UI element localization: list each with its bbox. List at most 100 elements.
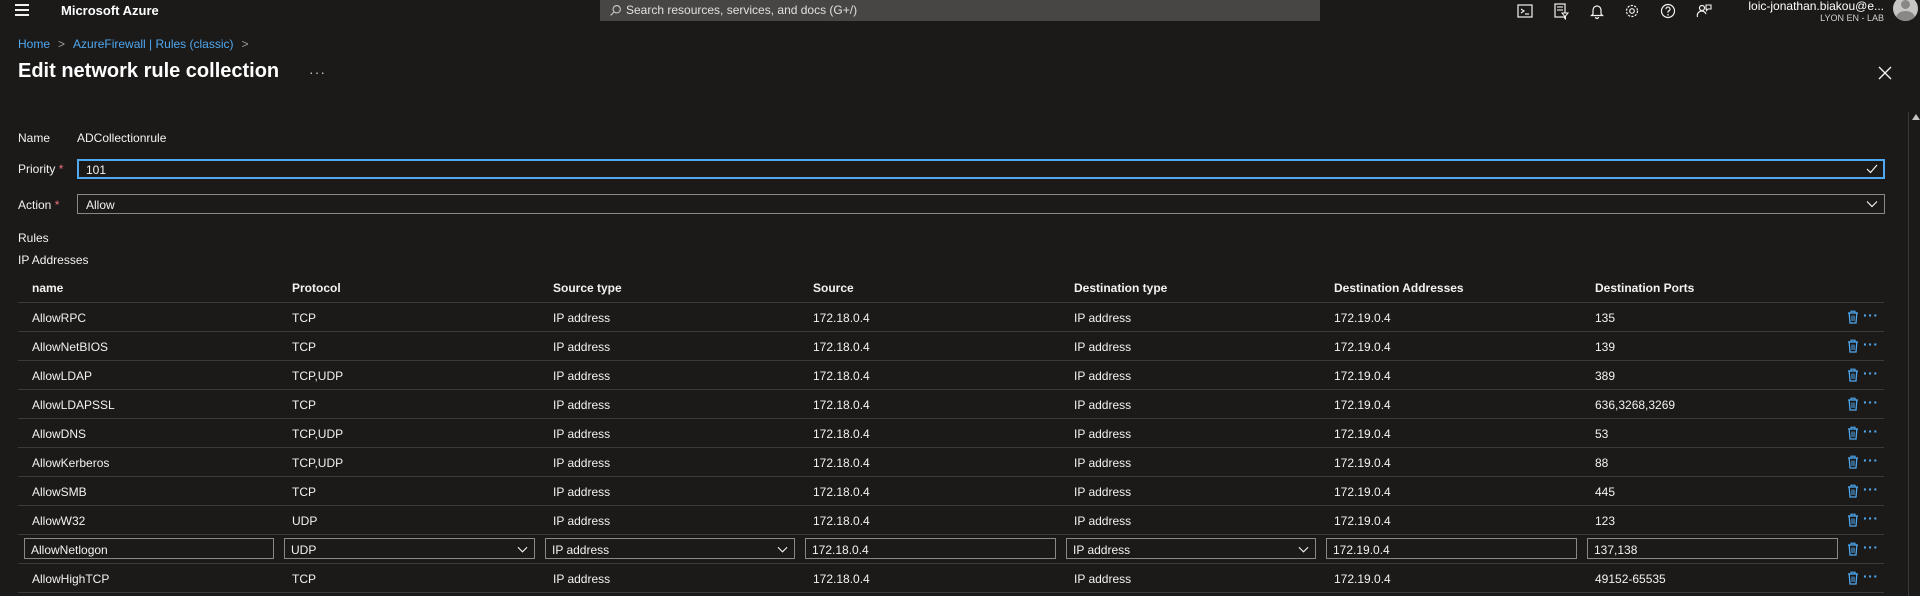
delete-icon[interactable] [1847, 426, 1859, 440]
row-actions: ··· [1847, 423, 1887, 440]
column-header-destination-ports: Destination Ports [1595, 281, 1695, 295]
table-row[interactable]: AllowNetBIOS TCP IP address 172.18.0.4 IP ad… [18, 332, 1884, 361]
row-more-button[interactable]: ··· [1863, 568, 1879, 584]
cell-destination-addresses: 172.19.0.4 [1334, 369, 1391, 383]
table-row[interactable]: AllowSMB TCP IP address 172.18.0.4 IP addres… [18, 477, 1884, 506]
delete-icon[interactable] [1847, 455, 1859, 469]
cell-destination-ports: 445 [1595, 485, 1616, 499]
row-more-button[interactable]: ··· [1863, 365, 1879, 381]
cell-destination-addresses: 172.19.0.4 [1334, 398, 1391, 412]
cell-input-name[interactable]: AllowNetlogon [24, 538, 274, 559]
action-value: Allow [86, 198, 115, 212]
settings-icon[interactable] [1623, 2, 1641, 20]
account-menu[interactable]: loic-jonathan.biakou@e... LYON EN - LAB [1738, 0, 1884, 24]
row-actions: ··· [1847, 481, 1887, 498]
directory-filter-icon[interactable] [1552, 2, 1570, 21]
row-more-button[interactable]: ··· [1863, 510, 1879, 526]
cell-dropdown-destination-type[interactable]: IP address [1066, 538, 1316, 559]
table-row[interactable]: AllowHighTCP TCP IP address 172.18.0.4 IP ad… [18, 564, 1884, 593]
cell-input-destination-addresses[interactable]: 172.19.0.4 [1326, 538, 1577, 559]
row-more-button[interactable]: ··· [1863, 452, 1879, 468]
cell-destination-type: IP address [1074, 485, 1132, 499]
column-header-protocol: Protocol [292, 281, 341, 295]
cloud-shell-icon[interactable] [1516, 2, 1534, 20]
cell-source-type: IP address [553, 427, 611, 441]
user-tenant: LYON EN - LAB [1820, 13, 1884, 23]
menu-icon[interactable] [15, 4, 29, 16]
delete-icon[interactable] [1847, 484, 1859, 498]
chevron-down-icon [517, 546, 528, 553]
cell-input-destination-ports[interactable]: 137,138 [1587, 538, 1838, 559]
cell-source: 172.18.0.4 [813, 427, 870, 441]
row-actions: ··· [1847, 510, 1887, 527]
table-row[interactable]: AllowKerberos TCP,UDP IP address 172.18.0.4… [18, 448, 1884, 477]
delete-icon[interactable] [1847, 571, 1859, 585]
cell-source-type: IP address [553, 485, 611, 499]
action-label: Action * [18, 198, 60, 212]
column-header-name: name [32, 281, 64, 295]
row-actions: ··· [1847, 365, 1887, 382]
search-icon [610, 5, 621, 16]
more-options-button[interactable]: ··· [309, 64, 326, 80]
row-actions: ··· [1847, 336, 1887, 353]
cell-destination-addresses: 172.19.0.4 [1334, 427, 1391, 441]
cell-destination-type: IP address [1074, 398, 1132, 412]
table-row[interactable]: AllowLDAPSSL TCP IP address 172.18.0.4 IP ad… [18, 390, 1884, 419]
cell-destination-type: IP address [1074, 427, 1132, 441]
delete-icon[interactable] [1847, 339, 1859, 353]
cell-dropdown-source-type[interactable]: IP address [545, 538, 795, 559]
table-row[interactable]: AllowRPC TCP IP address 172.18.0.4 IP addres… [18, 303, 1884, 332]
table-row[interactable]: AllowW32 UDP IP address 172.18.0.4 IP addres… [18, 506, 1884, 535]
delete-icon[interactable] [1847, 368, 1859, 382]
delete-icon[interactable] [1847, 513, 1859, 527]
row-more-button[interactable]: ··· [1863, 423, 1879, 439]
search-input[interactable]: Search resources, services, and docs (G+… [600, 0, 1320, 21]
row-actions: ··· [1847, 452, 1887, 469]
row-actions: ··· [1847, 568, 1887, 585]
search-placeholder: Search resources, services, and docs (G+… [626, 3, 858, 17]
cell-source-type: IP address [553, 456, 611, 470]
cell-destination-type: IP address [1074, 311, 1132, 325]
cell-protocol: TCP [292, 572, 316, 586]
scroll-up-icon[interactable] [1912, 114, 1920, 120]
cell-protocol: TCP [292, 311, 316, 325]
cell-dropdown-protocol[interactable]: UDP [284, 538, 535, 559]
delete-icon[interactable] [1847, 310, 1859, 324]
close-icon[interactable] [1878, 66, 1892, 80]
delete-icon[interactable] [1847, 397, 1859, 411]
name-value: ADCollectionrule [77, 131, 167, 145]
table-header: name Protocol Source type Source Destina… [18, 275, 1884, 303]
avatar[interactable] [1893, 0, 1918, 21]
notifications-icon[interactable] [1588, 2, 1606, 20]
cell-source-type: IP address [553, 311, 611, 325]
table-row[interactable]: AllowLDAP TCP,UDP IP address 172.18.0.4 IP a… [18, 361, 1884, 390]
priority-field[interactable]: 101 [77, 159, 1885, 179]
cell-destination-addresses: 172.19.0.4 [1334, 485, 1391, 499]
cell-name: AllowLDAP [32, 369, 93, 383]
breadcrumb-home[interactable]: Home [18, 37, 50, 51]
cell-destination-type: IP address [1074, 572, 1132, 586]
cell-protocol: TCP [292, 485, 316, 499]
row-more-button[interactable]: ··· [1863, 539, 1879, 555]
priority-value: 101 [86, 163, 107, 177]
table-row[interactable]: AllowNetlogon UDP IP address 172.18.0.4 IP a… [18, 535, 1884, 564]
cell-source-type: IP address [553, 514, 611, 528]
cell-input-source[interactable]: 172.18.0.4 [805, 538, 1056, 559]
row-more-button[interactable]: ··· [1863, 481, 1879, 497]
brand-title[interactable]: Microsoft Azure [61, 3, 159, 18]
cell-source-type: IP address [553, 398, 611, 412]
cell-protocol: TCP [292, 340, 316, 354]
scrollbar[interactable] [1908, 112, 1920, 596]
feedback-icon[interactable] [1695, 2, 1713, 20]
table-row[interactable]: AllowDNS TCP,UDP IP address 172.18.0.4 IP ad… [18, 419, 1884, 448]
cell-source: 172.18.0.4 [813, 369, 870, 383]
cell-destination-type: IP address [1074, 340, 1132, 354]
row-actions: ··· [1847, 394, 1887, 411]
breadcrumb-firewall-rules[interactable]: AzureFirewall | Rules (classic) [73, 37, 233, 51]
delete-icon[interactable] [1847, 542, 1859, 556]
help-icon[interactable] [1659, 2, 1677, 20]
action-dropdown[interactable]: Allow [77, 194, 1885, 214]
row-more-button[interactable]: ··· [1863, 336, 1879, 352]
row-more-button[interactable]: ··· [1863, 307, 1879, 323]
row-more-button[interactable]: ··· [1863, 394, 1879, 410]
